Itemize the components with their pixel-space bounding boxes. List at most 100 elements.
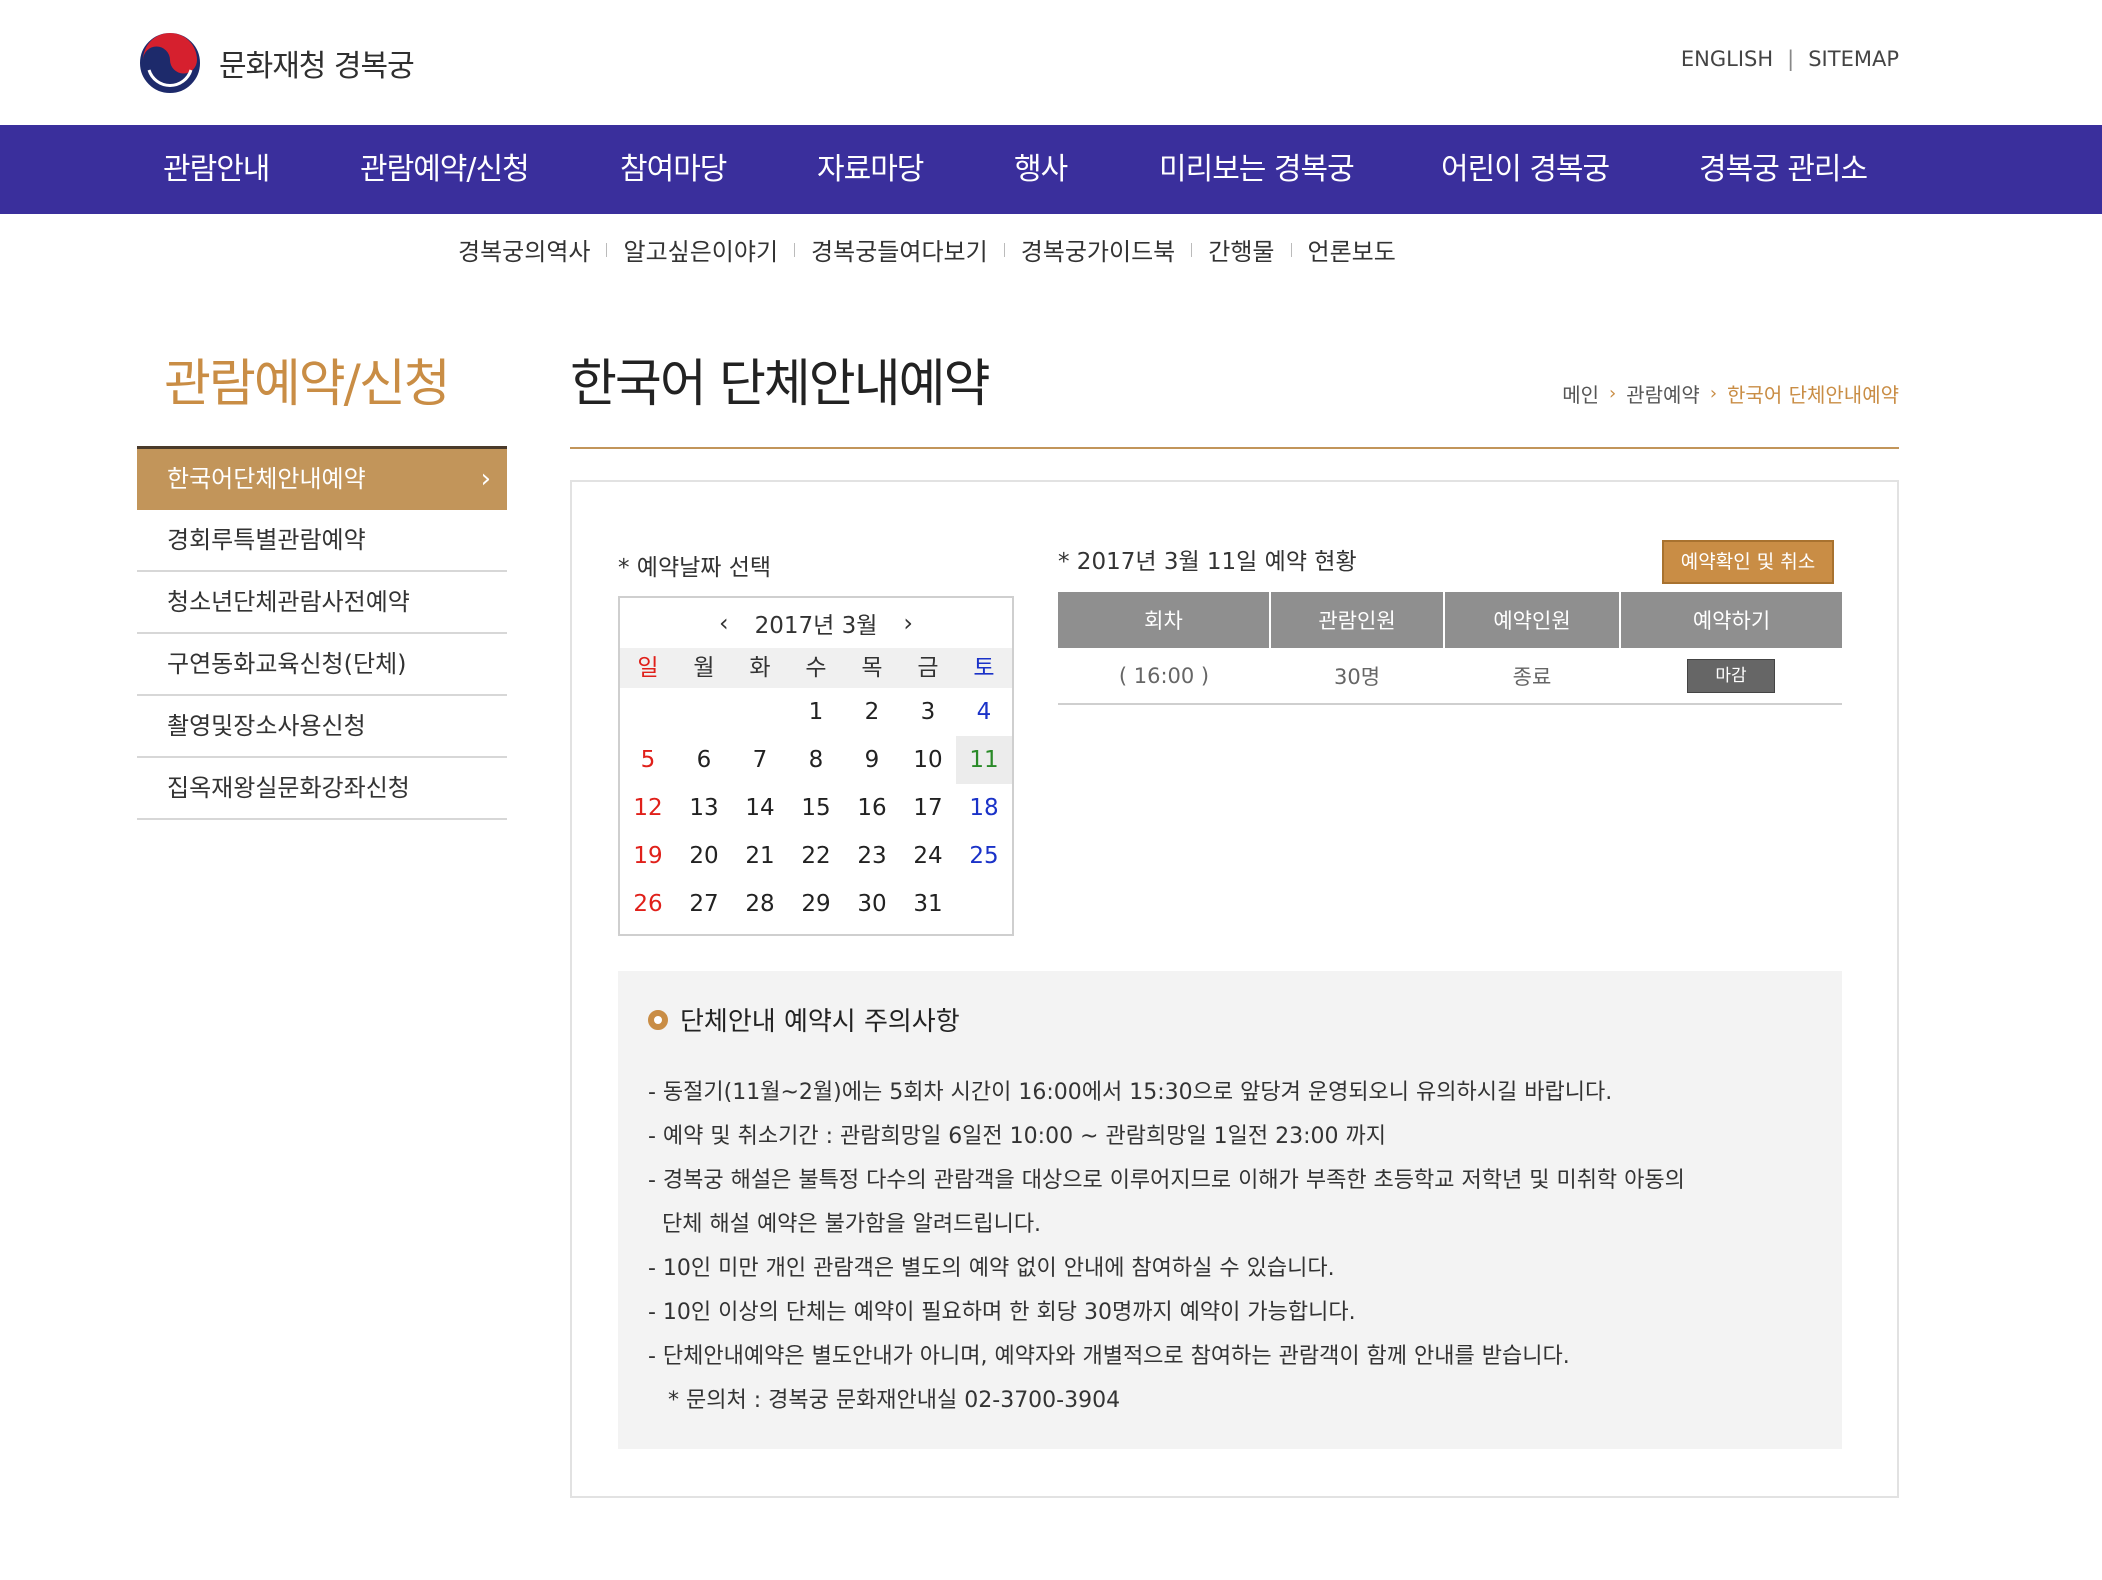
calendar-day[interactable]: 7	[732, 736, 788, 784]
calendar-day[interactable]: 3	[900, 688, 956, 736]
calendar-day[interactable]: 25	[956, 832, 1012, 880]
circle-bullet-icon	[648, 1009, 668, 1030]
sub-menu: 경복궁의역사 알고싶은이야기 경복궁들여다보기 경복궁가이드북 간행물 언론보도	[458, 232, 1396, 267]
calendar-day[interactable]: 11	[956, 736, 1012, 784]
calendar-day[interactable]: 24	[900, 832, 956, 880]
gnb-item-preview[interactable]: 미리보는 경복궁	[1159, 125, 1355, 214]
submenu-divider	[1191, 242, 1193, 257]
notice-line: - 단체안내예약은 별도안내가 아니며, 예약자와 개별적으로 참여하는 관람객…	[648, 1344, 1570, 1369]
contact-info: * 문의처 : 경복궁 문화재안내실 02-3700-3904	[668, 1388, 1121, 1413]
reservation-status-label: * 2017년 3월 11일 예약 현황	[1058, 549, 1357, 575]
submenu-divider	[1290, 242, 1292, 257]
calendar-day[interactable]: 20	[676, 832, 732, 880]
breadcrumb-home[interactable]: 메인	[1562, 379, 1599, 408]
submenu-item-publications[interactable]: 간행물	[1208, 232, 1274, 267]
calendar-day[interactable]: 15	[788, 784, 844, 832]
site-logo[interactable]: 문화재청 경복궁	[137, 30, 415, 96]
calendar-day[interactable]: 16	[844, 784, 900, 832]
calendar-day[interactable]: 28	[732, 880, 788, 928]
column-header-action: 예약하기	[1620, 592, 1842, 648]
calendar-day[interactable]: 6	[676, 736, 732, 784]
calendar-day[interactable]: 12	[620, 784, 676, 832]
gnb-item-participation[interactable]: 참여마당	[620, 125, 727, 214]
calendar-day[interactable]: 14	[732, 784, 788, 832]
submenu-item-guidebook[interactable]: 경복궁가이드북	[1021, 232, 1176, 267]
column-header-session: 회차	[1058, 592, 1271, 648]
calendar-day[interactable]: 26	[620, 880, 676, 928]
calendar-label: * 예약날짜 선택	[618, 555, 772, 581]
prev-month-icon[interactable]: ‹	[719, 609, 729, 637]
gnb-item-visit-guide[interactable]: 관람안내	[163, 125, 270, 214]
gnb-item-kids[interactable]: 어린이 경복궁	[1441, 125, 1610, 214]
calendar-day[interactable]: 13	[676, 784, 732, 832]
notice-line: 단체 해설 예약은 불가함을 알려드립니다.	[662, 1212, 1042, 1237]
calendar-day[interactable]: 31	[900, 880, 956, 928]
calendar-day[interactable]: 22	[788, 832, 844, 880]
gnb-item-office[interactable]: 경복궁 관리소	[1699, 125, 1868, 214]
weekday-label: 토	[973, 655, 995, 681]
calendar-day[interactable]: 4	[956, 688, 1012, 736]
calendar-month: 2017년 3월	[754, 613, 878, 639]
weekday-label: 목	[861, 655, 883, 681]
calendar-day[interactable]: 29	[788, 880, 844, 928]
calendar-day[interactable]: 1	[788, 688, 844, 736]
confirm-cancel-button[interactable]: 예약확인 및 취소	[1662, 540, 1834, 584]
gnb-item-events[interactable]: 행사	[1014, 125, 1068, 214]
table-row: ( 16:00 ) 30명 종료 마감	[1058, 648, 1842, 705]
notice-line: - 10인 이상의 단체는 예약이 필요하며 한 회당 30명까지 예약이 가능…	[648, 1300, 1356, 1325]
util-divider: |	[1787, 47, 1795, 71]
notice-line: - 10인 미만 개인 관람객은 별도의 예약 없이 안내에 참여하실 수 있습…	[648, 1256, 1335, 1281]
side-nav-label: 한국어단체안내예약	[167, 465, 366, 493]
side-nav-item-filming[interactable]: 촬영및장소사용신청	[137, 696, 507, 758]
calendar-day[interactable]: 9	[844, 736, 900, 784]
submenu-divider	[1003, 242, 1005, 257]
site-header: 문화재청 경복궁 ENGLISH | SITEMAP	[0, 0, 2102, 125]
notice-line: - 예약 및 취소기간 : 관람희망일 6일전 10:00 ~ 관람희망일 1일…	[648, 1124, 1387, 1149]
side-nav-item-jibokjae[interactable]: 집옥재왕실문화강좌신청	[137, 758, 507, 820]
breadcrumb-reservation[interactable]: 관람예약	[1626, 379, 1700, 408]
title-divider	[570, 447, 1899, 449]
submenu-divider	[794, 242, 796, 257]
chevron-right-icon: ›	[1709, 383, 1718, 404]
submenu-item-inside[interactable]: 경복궁들여다보기	[811, 232, 988, 267]
side-nav-item-korean-group[interactable]: 한국어단체안내예약 ›	[137, 446, 507, 510]
calendar-empty-cell	[732, 688, 788, 736]
notice-title: 단체안내 예약시 주의사항	[648, 1001, 960, 1038]
calendar-day[interactable]: 30	[844, 880, 900, 928]
calendar-day[interactable]: 17	[900, 784, 956, 832]
calendar-day[interactable]: 5	[620, 736, 676, 784]
chevron-right-icon: ›	[1609, 383, 1617, 404]
side-nav-item-storytelling[interactable]: 구연동화교육신청(단체)	[137, 634, 507, 696]
submenu-item-stories[interactable]: 알고싶은이야기	[623, 232, 778, 267]
side-nav-item-youth-group[interactable]: 청소년단체관람사전예약	[137, 572, 507, 634]
submenu-item-press[interactable]: 언론보도	[1308, 232, 1396, 267]
calendar-day[interactable]: 2	[844, 688, 900, 736]
weekday-label: 화	[749, 655, 771, 681]
english-link[interactable]: ENGLISH	[1681, 47, 1773, 71]
calendar-day[interactable]: 19	[620, 832, 676, 880]
global-nav: 관람안내 관람예약/신청 참여마당 자료마당 행사 미리보는 경복궁 어린이 경…	[0, 125, 2102, 214]
calendar-day[interactable]: 10	[900, 736, 956, 784]
sitemap-link[interactable]: SITEMAP	[1808, 47, 1899, 71]
section-title: 관람예약/신청	[164, 355, 451, 414]
capacity-value: 30명	[1270, 648, 1444, 705]
calendar-day[interactable]: 18	[956, 784, 1012, 832]
closed-button[interactable]: 마감	[1687, 658, 1775, 693]
page-title: 한국어 단체안내예약	[570, 355, 990, 414]
weekday-label: 월	[693, 655, 715, 681]
side-nav-item-gyeonghoeru[interactable]: 경회루특별관람예약	[137, 510, 507, 572]
calendar-empty-cell	[620, 688, 676, 736]
calendar-day[interactable]: 8	[788, 736, 844, 784]
calendar-day[interactable]: 21	[732, 832, 788, 880]
submenu-divider	[606, 242, 608, 257]
logo-text: 문화재청 경복궁	[219, 49, 415, 84]
gnb-item-reservation[interactable]: 관람예약/신청	[360, 125, 530, 214]
next-month-icon[interactable]: ›	[903, 609, 913, 637]
gnb-item-resources[interactable]: 자료마당	[817, 125, 924, 214]
submenu-item-history[interactable]: 경복궁의역사	[458, 232, 590, 267]
calendar-day[interactable]: 23	[844, 832, 900, 880]
calendar-week-row: 5 6 7 8 9 10 11	[620, 736, 1012, 784]
calendar-empty-cell	[956, 880, 1012, 928]
calendar-day[interactable]: 27	[676, 880, 732, 928]
session-time: ( 16:00 )	[1058, 648, 1270, 705]
